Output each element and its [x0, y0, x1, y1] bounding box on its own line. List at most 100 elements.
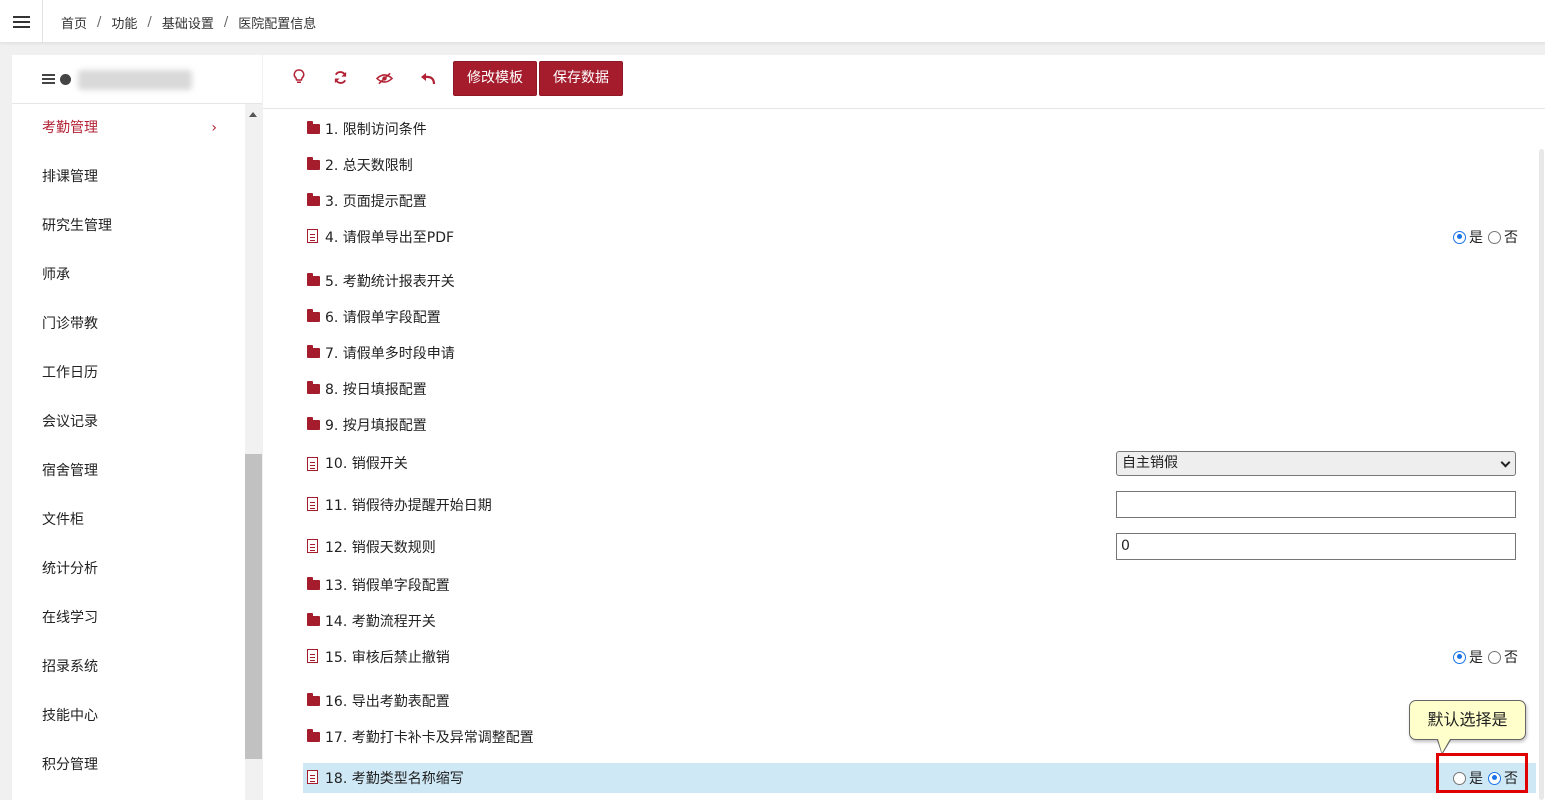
- eye-slash-icon[interactable]: [373, 69, 395, 91]
- radio-no[interactable]: 否: [1488, 647, 1518, 667]
- yes-no-radio-group: 是 否: [1448, 227, 1518, 247]
- document-icon: [307, 457, 318, 471]
- sidebar-item-label: 排课管理: [42, 169, 98, 185]
- config-row[interactable]: 1. 限制访问条件: [303, 114, 1536, 144]
- lightbulb-icon[interactable]: [288, 69, 310, 91]
- cancel-leave-days-rule-input[interactable]: 0: [1116, 533, 1516, 560]
- breadcrumb-home[interactable]: 首页: [61, 13, 87, 32]
- scroll-up-arrow-icon[interactable]: [249, 112, 257, 117]
- chevron-right-icon: ›: [211, 120, 217, 136]
- config-row[interactable]: 7. 请假单多时段申请: [303, 338, 1536, 368]
- config-list: 1. 限制访问条件 2. 总天数限制 3. 页面提示配置 4. 请假单导出至PD…: [263, 109, 1545, 800]
- sidebar-item-outpatient-teaching[interactable]: 门诊带教: [12, 300, 245, 349]
- sidebar-item-statistics[interactable]: 统计分析: [12, 545, 245, 594]
- config-label: 15. 审核后禁止撤销: [325, 650, 450, 666]
- sidebar-item-recruitment[interactable]: 招录系统: [12, 643, 245, 692]
- breadcrumb: 首页 / 功能 / 基础设置 / 医院配置信息: [61, 13, 316, 32]
- radio-yes[interactable]: 是: [1453, 227, 1483, 247]
- sidebar-item-mentorship[interactable]: 师承: [12, 251, 245, 300]
- sidebar-item-label: 研究生管理: [42, 218, 112, 234]
- sidebar-item-label: 统计分析: [42, 561, 98, 577]
- breadcrumb-function[interactable]: 功能: [111, 13, 137, 32]
- config-row[interactable]: 2. 总天数限制: [303, 150, 1536, 180]
- sidebar-item-file-cabinet[interactable]: 文件柜: [12, 496, 245, 545]
- reminder-start-date-input[interactable]: [1116, 491, 1516, 518]
- radio-selected-icon[interactable]: [1453, 230, 1466, 244]
- config-label: 10. 销假开关: [325, 456, 408, 472]
- sidebar-scrollbar[interactable]: [245, 104, 262, 800]
- sidebar-item-attendance[interactable]: 考勤管理 ›: [12, 104, 245, 153]
- chevron-down-icon: [1500, 457, 1511, 468]
- radio-unselected-icon[interactable]: [1488, 650, 1501, 664]
- sidebar-item-points[interactable]: 积分管理: [12, 741, 245, 790]
- folder-icon: [307, 273, 320, 286]
- sidebar-item-label: 考勤管理: [42, 120, 98, 136]
- sidebar-item-graduate[interactable]: 研究生管理: [12, 202, 245, 251]
- refresh-icon[interactable]: [329, 69, 351, 91]
- folder-icon: [307, 381, 320, 394]
- config-label: 13. 销假单字段配置: [325, 578, 450, 594]
- toolbar: 修改模板 保存数据: [263, 55, 1545, 109]
- radio-label: 否: [1504, 230, 1518, 246]
- config-row[interactable]: 9. 按月填报配置: [303, 410, 1536, 440]
- config-row-highlighted: 18. 考勤类型名称缩写 是 否: [303, 763, 1536, 793]
- top-bar: 首页 / 功能 / 基础设置 / 医院配置信息: [0, 0, 1545, 43]
- blurred-user-name: [78, 70, 192, 90]
- radio-yes[interactable]: 是: [1453, 647, 1483, 667]
- undo-icon[interactable]: [417, 69, 439, 91]
- annotation-callout-box: [1436, 753, 1528, 793]
- edit-template-button[interactable]: 修改模板: [453, 61, 537, 96]
- radio-unselected-icon[interactable]: [1488, 230, 1501, 244]
- sidebar-item-label: 宿舍管理: [42, 463, 98, 479]
- breadcrumb-current: 医院配置信息: [238, 17, 317, 32]
- config-label: 17. 考勤打卡补卡及异常调整配置: [325, 730, 534, 746]
- config-row[interactable]: 5. 考勤统计报表开关: [303, 266, 1536, 296]
- sidebar-item-label: 师承: [42, 267, 70, 283]
- user-status-icon: [60, 74, 71, 85]
- folder-icon: [307, 121, 320, 134]
- config-label: 7. 请假单多时段申请: [325, 346, 455, 362]
- main-scrollbar[interactable]: [1537, 109, 1545, 800]
- config-row[interactable]: 13. 销假单字段配置: [303, 570, 1536, 600]
- breadcrumb-separator: /: [97, 15, 102, 30]
- breadcrumb-separator: /: [147, 15, 152, 30]
- sidebar-item-skills-center[interactable]: 技能中心: [12, 692, 245, 741]
- config-row[interactable]: 14. 考勤流程开关: [303, 606, 1536, 636]
- folder-icon: [307, 613, 320, 626]
- config-label: 12. 销假天数规则: [325, 540, 436, 556]
- sidebar-item-dormitory[interactable]: 宿舍管理: [12, 447, 245, 496]
- cancel-leave-select[interactable]: 自主销假: [1116, 451, 1516, 476]
- save-data-button[interactable]: 保存数据: [539, 61, 623, 96]
- list-icon: [42, 74, 55, 85]
- document-icon: [307, 229, 318, 243]
- sidebar-item-scheduling[interactable]: 排课管理: [12, 153, 245, 202]
- document-icon: [307, 539, 318, 553]
- config-row[interactable]: 8. 按日填报配置: [303, 374, 1536, 404]
- sidebar-menu: 考勤管理 › 排课管理 研究生管理 师承 门诊带教 工作日历 会议记录 宿舍管理 …: [12, 104, 245, 800]
- sidebar-item-meeting-records[interactable]: 会议记录: [12, 398, 245, 447]
- config-row[interactable]: 17. 考勤打卡补卡及异常调整配置: [303, 722, 1536, 752]
- document-icon: [307, 649, 318, 663]
- config-row[interactable]: 3. 页面提示配置: [303, 186, 1536, 216]
- radio-selected-icon[interactable]: [1453, 650, 1466, 664]
- hamburger-menu-icon[interactable]: [0, 0, 43, 43]
- sidebar-item-work-calendar[interactable]: 工作日历: [12, 349, 245, 398]
- config-label: 18. 考勤类型名称缩写: [325, 771, 464, 787]
- main-scrollbar-thumb[interactable]: [1539, 149, 1544, 800]
- folder-icon: [307, 417, 320, 430]
- config-label: 3. 页面提示配置: [325, 194, 427, 210]
- sidebar-scrollbar-thumb[interactable]: [245, 454, 262, 759]
- sidebar-item-label: 招录系统: [42, 659, 98, 675]
- radio-label: 是: [1469, 650, 1483, 666]
- breadcrumb-separator: /: [223, 15, 229, 30]
- sidebar-header: [12, 55, 262, 104]
- config-label: 6. 请假单字段配置: [325, 310, 441, 326]
- select-value: 自主销假: [1122, 455, 1178, 471]
- config-row[interactable]: 6. 请假单字段配置: [303, 302, 1536, 332]
- radio-label: 否: [1504, 650, 1518, 666]
- radio-no[interactable]: 否: [1488, 227, 1518, 247]
- sidebar-item-online-learning[interactable]: 在线学习: [12, 594, 245, 643]
- config-row[interactable]: 16. 导出考勤表配置: [303, 686, 1536, 716]
- yes-no-radio-group: 是 否: [1448, 647, 1518, 667]
- breadcrumb-basic-settings[interactable]: 基础设置: [162, 13, 214, 32]
